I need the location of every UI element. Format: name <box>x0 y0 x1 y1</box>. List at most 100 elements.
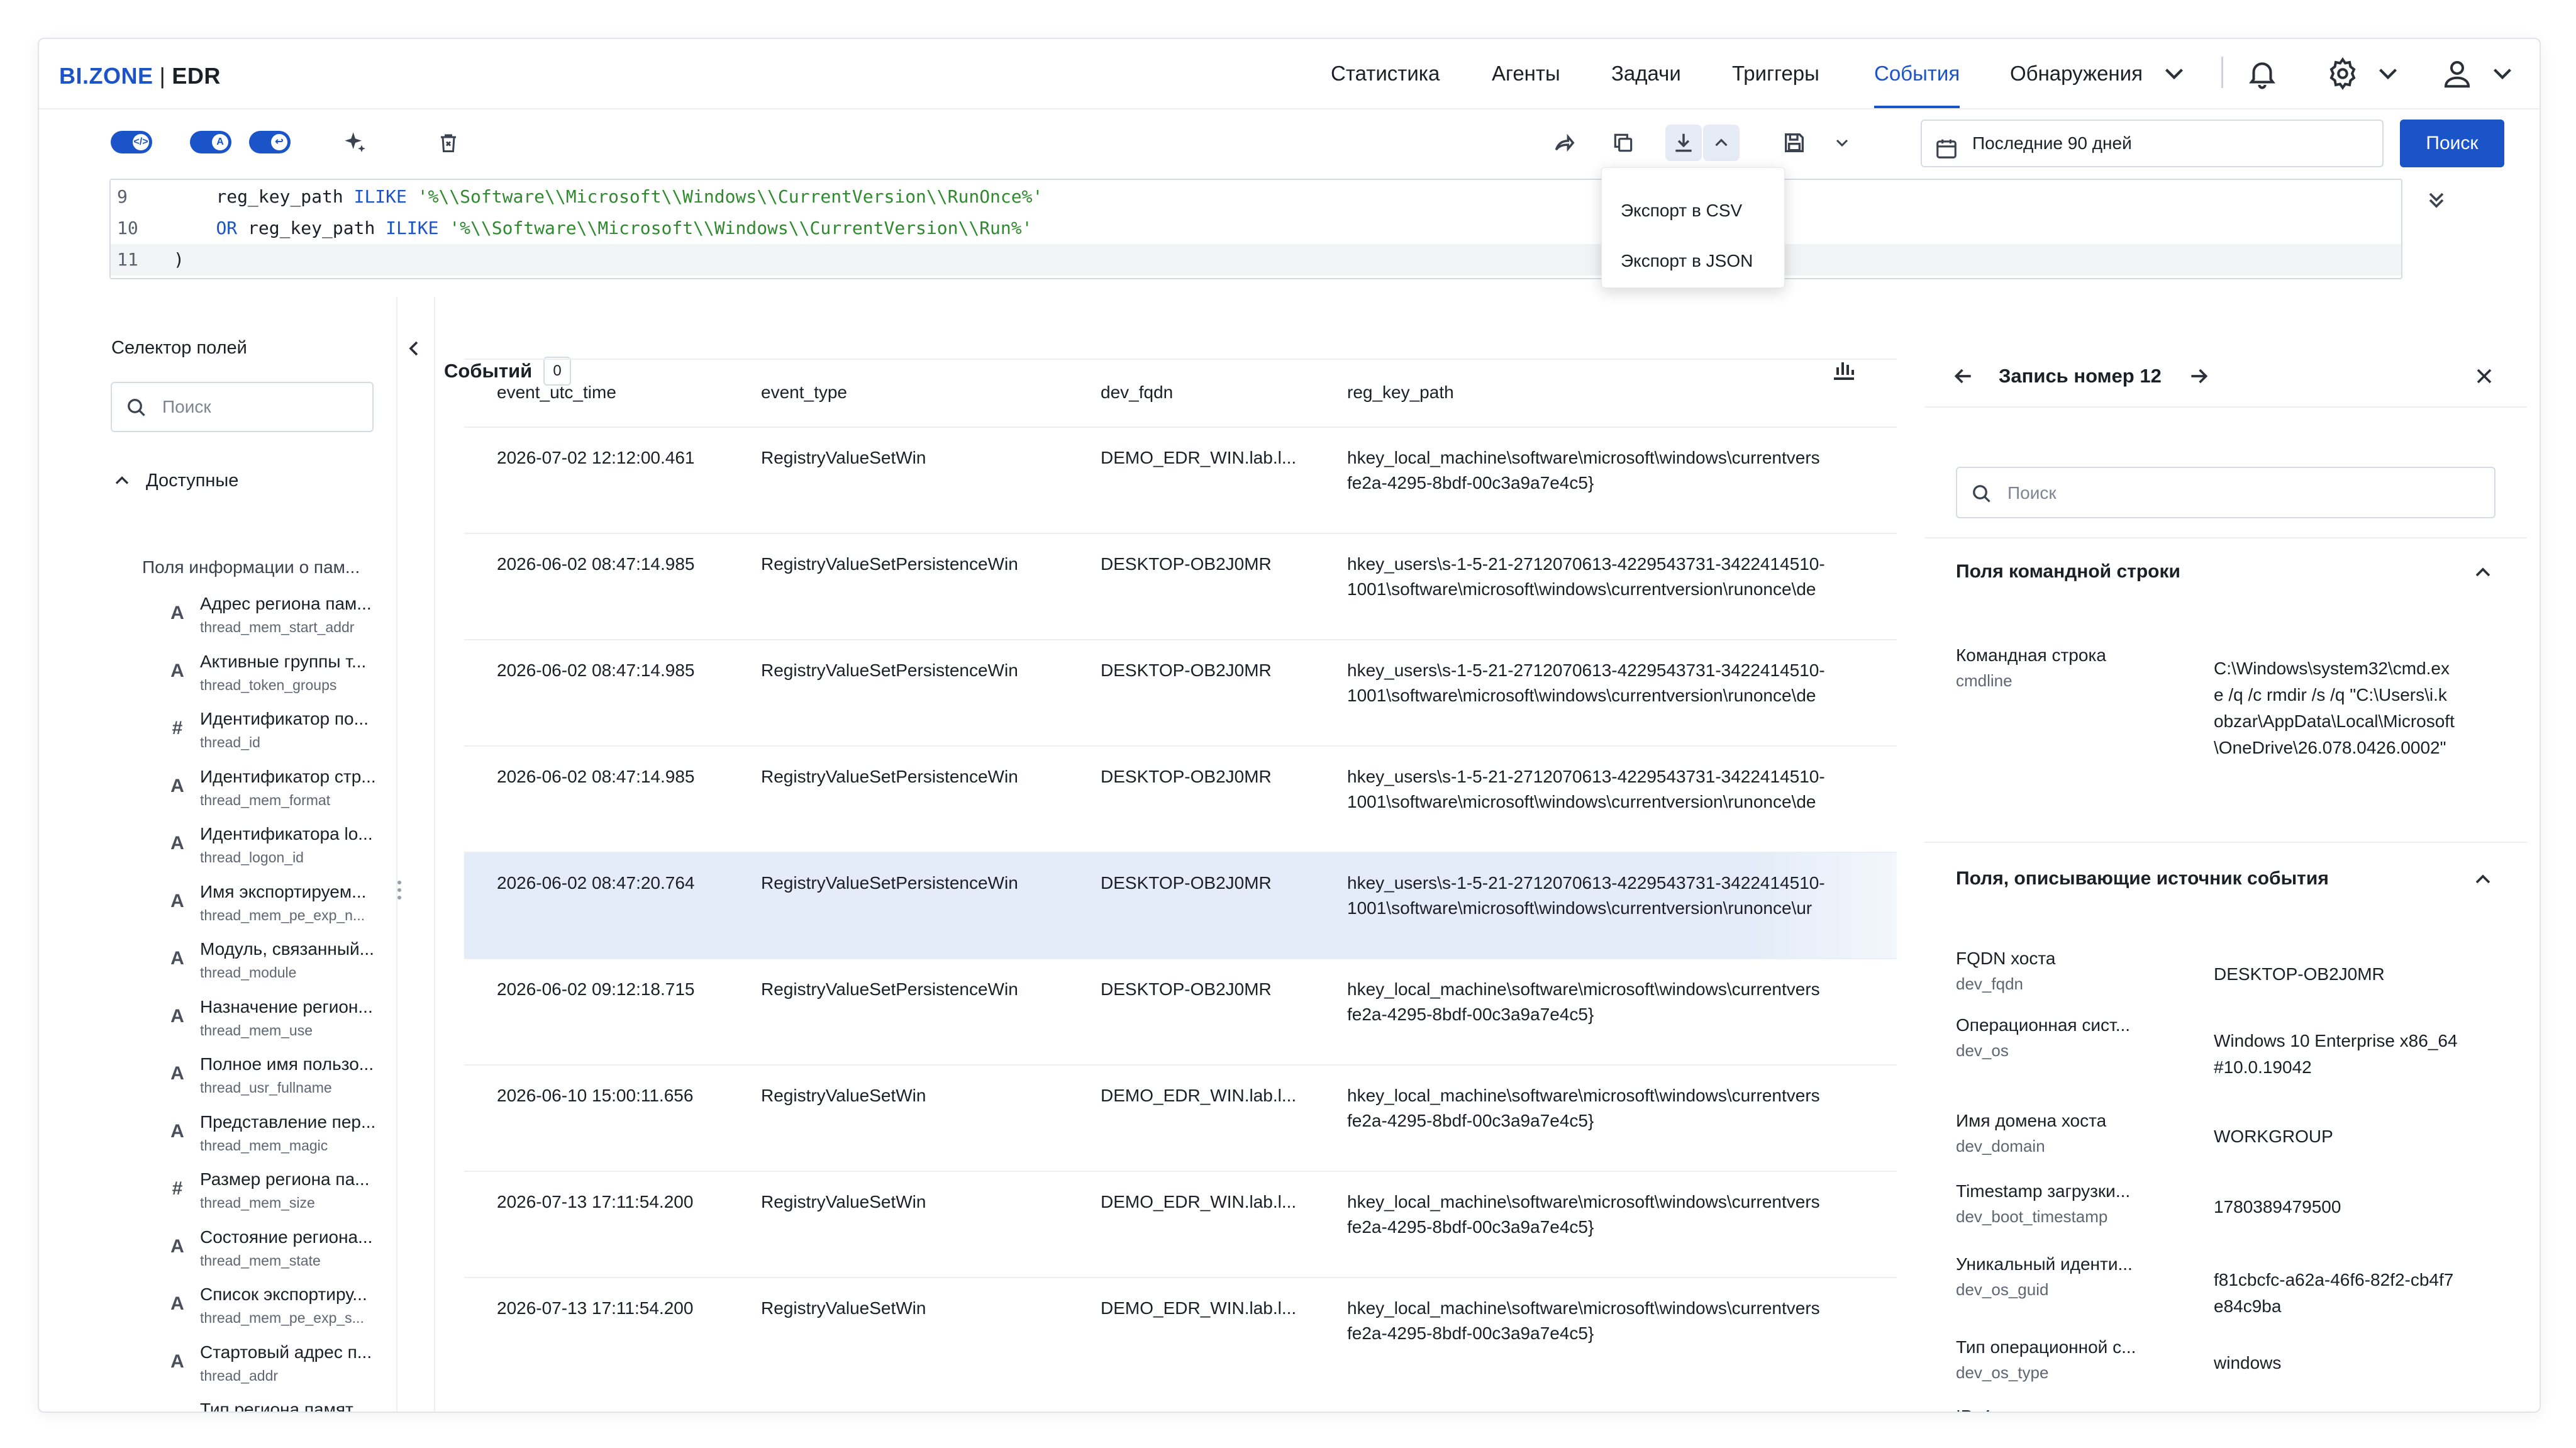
path-line: fe2a-4295-8bdf-00c3a9a7e4c5} <box>1347 1323 1594 1343</box>
field-item-name[interactable]: Модуль, связанный... <box>200 939 395 959</box>
arrow-left-icon[interactable] <box>1951 364 1976 389</box>
line-number: 11 <box>117 249 138 270</box>
nav-statistics[interactable]: Статистика <box>1331 58 1440 89</box>
cell-event-type: RegistryValueSetWin <box>761 448 926 467</box>
save-icon[interactable] <box>1776 125 1813 161</box>
table-row[interactable]: 2026-06-02 09:12:18.715 RegistryValueSetP… <box>464 958 1897 1065</box>
search-button[interactable]: Поиск <box>2400 120 2504 167</box>
logo-separator: | <box>159 63 166 89</box>
record-field-label: IPv4-адрес хоста <box>1956 1404 2096 1412</box>
download-icon[interactable] <box>1665 125 1702 161</box>
editor-line: 9 reg_key_path ILIKE '%\\Software\\Micro… <box>111 181 2401 213</box>
nav-triggers[interactable]: Триггеры <box>1732 58 1819 89</box>
field-item-name[interactable]: Стартовый адрес п... <box>200 1342 395 1362</box>
collapse-editor-icon[interactable] <box>2424 187 2449 213</box>
arrow-right-icon[interactable] <box>2186 364 2211 389</box>
toggle-syntax[interactable]: </> <box>111 131 152 153</box>
table-row[interactable]: 2026-06-02 08:47:14.985 RegistryValueSetP… <box>464 745 1897 852</box>
field-item-name[interactable]: Активные группы т... <box>200 652 395 672</box>
field-group-label[interactable]: Поля информации о пам... <box>142 557 360 577</box>
field-item-name[interactable]: Полное имя пользо... <box>200 1054 395 1074</box>
field-item-name[interactable]: Идентификатор по... <box>200 709 395 729</box>
field-item-name[interactable]: Идентификатор стр... <box>200 767 395 787</box>
table-row[interactable]: 2026-07-13 17:11:54.200 RegistryValueSetW… <box>464 1171 1897 1278</box>
trash-icon[interactable] <box>430 125 467 161</box>
nav-agents[interactable]: Агенты <box>1492 58 1560 89</box>
cell-event-time: 2026-06-02 08:47:14.985 <box>497 554 695 574</box>
export-json-item[interactable]: Экспорт в JSON <box>1621 251 1753 271</box>
field-item-name[interactable]: Представление пер... <box>200 1112 395 1132</box>
cell-dev-fqdn: DESKTOP-OB2J0MR <box>1101 660 1272 680</box>
value-line: f81cbcfc-a62a-46f6-82f2-cb4f7 <box>2214 1270 2454 1289</box>
nav-tasks[interactable]: Задачи <box>1611 58 1681 89</box>
available-section-toggle[interactable]: Доступные <box>111 467 362 496</box>
export-csv-item[interactable]: Экспорт в CSV <box>1621 201 1742 221</box>
table-row[interactable]: 2026-07-02 12:12:00.461 RegistryValueSetW… <box>464 426 1897 533</box>
chevron-down-icon[interactable] <box>1824 125 1860 161</box>
user-icon[interactable] <box>2440 57 2474 91</box>
chevron-down-icon[interactable] <box>2487 58 2518 89</box>
chevron-down-icon[interactable] <box>2372 58 2404 89</box>
gear-icon[interactable] <box>2326 57 2360 91</box>
column-header[interactable]: dev_fqdn <box>1101 359 1173 426</box>
sparkle-icon[interactable] <box>337 125 374 161</box>
chevron-up-icon[interactable] <box>2470 560 2496 585</box>
cell-reg-key-path: hkey_local_machine\software\microsoft\wi… <box>1347 445 1894 496</box>
field-item-name[interactable]: Имя экспортируем... <box>200 882 395 902</box>
field-search-input[interactable]: Поиск <box>111 382 374 432</box>
share-icon[interactable] <box>1546 125 1582 161</box>
field-key: dev_domain <box>1956 1137 2045 1156</box>
cell-reg-key-path: hkey_users\s-1-5-21-2712070613-422954373… <box>1347 658 1894 708</box>
nav-detections[interactable]: Обнаружения <box>2010 58 2143 89</box>
table-row[interactable]: 2026-06-02 08:47:20.764 RegistryValueSetP… <box>464 852 1897 959</box>
query-editor[interactable]: 9 reg_key_path ILIKE '%\\Software\\Micro… <box>109 179 2402 279</box>
field-type-icon: A <box>170 1005 184 1027</box>
field-item-name[interactable]: Идентификатора lo... <box>200 824 395 844</box>
path-line: fe2a-4295-8bdf-00c3a9a7e4c5} <box>1347 1217 1594 1237</box>
chevron-left-icon[interactable] <box>401 336 426 361</box>
field-item-name[interactable]: Список экспортиру... <box>200 1284 395 1305</box>
field-type-icon: A <box>170 603 184 623</box>
resize-handle[interactable] <box>397 881 401 906</box>
section-title-cmdline[interactable]: Поля командной строки <box>1956 561 2180 582</box>
section-title-source[interactable]: Поля, описывающие источник события <box>1956 868 2329 889</box>
toggle-autocomplete[interactable]: A <box>190 131 231 153</box>
table-row[interactable]: 2026-07-13 17:11:54.200 RegistryValueSetW… <box>464 1277 1897 1384</box>
record-field-label: Операционная сист... dev_os <box>1956 1013 2130 1063</box>
table-row[interactable]: 2026-06-10 15:00:11.656 RegistryValueSetW… <box>464 1064 1897 1171</box>
path-line: fe2a-4295-8bdf-00c3a9a7e4c5} <box>1347 473 1594 493</box>
value-line: Windows 10 Enterprise x86_64 <box>2214 1031 2458 1050</box>
copy-icon[interactable] <box>1605 125 1641 161</box>
close-icon[interactable] <box>2472 364 2497 389</box>
field-key: cmdline <box>1956 671 2012 690</box>
cell-dev-fqdn: DESKTOP-OB2J0MR <box>1101 554 1272 574</box>
toggle-wrap[interactable]: ↩ <box>249 131 291 153</box>
field-item-name[interactable]: Размер региона па... <box>200 1169 395 1189</box>
bell-icon[interactable] <box>2245 57 2279 91</box>
logo: BI.ZONE | EDR <box>59 63 221 89</box>
field-item-name[interactable]: Назначение регион... <box>200 997 395 1017</box>
chevron-up-icon[interactable] <box>1703 125 1740 161</box>
column-header[interactable]: event_type <box>761 359 847 426</box>
path-line: 1001\software\microsoft\windows\currentv… <box>1347 579 1816 599</box>
column-header[interactable]: event_utc_time <box>497 359 616 426</box>
path-line: fe2a-4295-8bdf-00c3a9a7e4c5} <box>1347 1005 1594 1024</box>
record-field-label: FQDN хоста dev_fqdn <box>1956 946 2055 996</box>
chevron-up-icon[interactable] <box>2470 867 2496 892</box>
path-line: 1001\software\microsoft\windows\currentv… <box>1347 686 1816 705</box>
value-line: windows <box>2214 1353 2282 1373</box>
events-table: event_utc_time event_type dev_fqdn reg_k… <box>464 359 1897 1412</box>
table-row[interactable]: 2026-06-02 08:47:14.985 RegistryValueSetP… <box>464 639 1897 746</box>
column-header[interactable]: reg_key_path <box>1347 359 1454 426</box>
record-search-placeholder: Поиск <box>2007 483 2057 503</box>
time-range-select[interactable]: Последние 90 дней <box>1921 120 2384 167</box>
record-search-input[interactable]: Поиск <box>1956 467 2496 518</box>
nav-events[interactable]: События <box>1874 58 1960 108</box>
table-row[interactable]: 2026-06-02 08:47:14.985 RegistryValueSetP… <box>464 533 1897 640</box>
field-item-name[interactable]: Адрес региона пам... <box>200 594 395 614</box>
field-item-name[interactable]: Состояние региона... <box>200 1227 395 1247</box>
chevron-down-icon[interactable] <box>2158 58 2190 89</box>
field-item-name[interactable]: Тип региона памят... <box>200 1400 395 1412</box>
